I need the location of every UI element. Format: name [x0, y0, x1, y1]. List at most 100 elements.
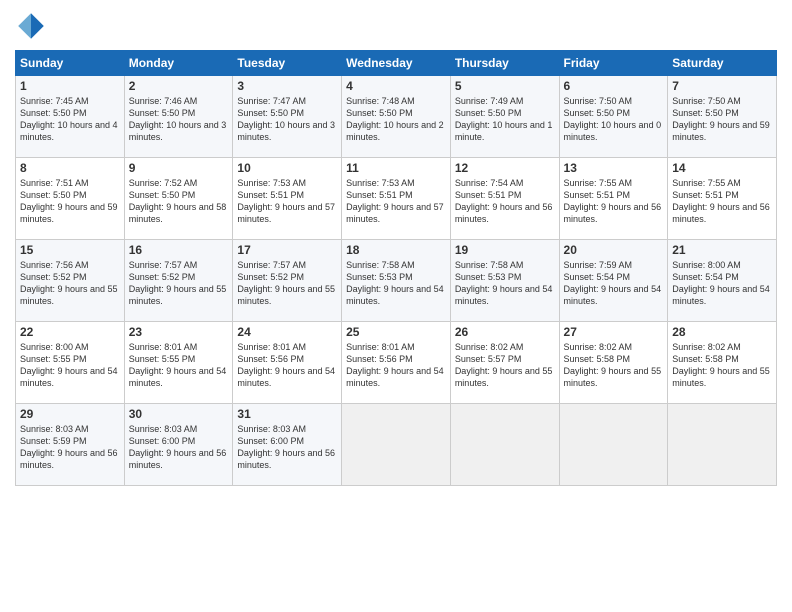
day-number: 16: [129, 243, 229, 257]
day-number: 26: [455, 325, 555, 339]
day-number: 8: [20, 161, 120, 175]
calendar-cell: 6 Sunrise: 7:50 AM Sunset: 5:50 PM Dayli…: [559, 76, 668, 158]
day-number: 30: [129, 407, 229, 421]
calendar-cell: 4 Sunrise: 7:48 AM Sunset: 5:50 PM Dayli…: [342, 76, 451, 158]
day-info: Sunrise: 7:55 AM Sunset: 5:51 PM Dayligh…: [564, 177, 664, 226]
day-number: 7: [672, 79, 772, 93]
day-number: 2: [129, 79, 229, 93]
day-number: 14: [672, 161, 772, 175]
day-number: 24: [237, 325, 337, 339]
header-cell-saturday: Saturday: [668, 51, 777, 76]
day-number: 17: [237, 243, 337, 257]
day-number: 11: [346, 161, 446, 175]
day-info: Sunrise: 8:03 AM Sunset: 6:00 PM Dayligh…: [129, 423, 229, 472]
calendar-week-3: 15 Sunrise: 7:56 AM Sunset: 5:52 PM Dayl…: [16, 240, 777, 322]
calendar-cell: 30 Sunrise: 8:03 AM Sunset: 6:00 PM Dayl…: [124, 404, 233, 486]
day-info: Sunrise: 7:45 AM Sunset: 5:50 PM Dayligh…: [20, 95, 120, 144]
calendar-table: SundayMondayTuesdayWednesdayThursdayFrid…: [15, 50, 777, 486]
calendar-cell: 10 Sunrise: 7:53 AM Sunset: 5:51 PM Dayl…: [233, 158, 342, 240]
day-number: 4: [346, 79, 446, 93]
calendar-body: 1 Sunrise: 7:45 AM Sunset: 5:50 PM Dayli…: [16, 76, 777, 486]
day-info: Sunrise: 7:49 AM Sunset: 5:50 PM Dayligh…: [455, 95, 555, 144]
day-number: 15: [20, 243, 120, 257]
day-info: Sunrise: 7:53 AM Sunset: 5:51 PM Dayligh…: [346, 177, 446, 226]
calendar-cell: 5 Sunrise: 7:49 AM Sunset: 5:50 PM Dayli…: [450, 76, 559, 158]
calendar-cell: 11 Sunrise: 7:53 AM Sunset: 5:51 PM Dayl…: [342, 158, 451, 240]
day-number: 23: [129, 325, 229, 339]
calendar-cell: 31 Sunrise: 8:03 AM Sunset: 6:00 PM Dayl…: [233, 404, 342, 486]
calendar-cell: 8 Sunrise: 7:51 AM Sunset: 5:50 PM Dayli…: [16, 158, 125, 240]
day-number: 22: [20, 325, 120, 339]
day-info: Sunrise: 7:48 AM Sunset: 5:50 PM Dayligh…: [346, 95, 446, 144]
day-info: Sunrise: 8:02 AM Sunset: 5:58 PM Dayligh…: [672, 341, 772, 390]
day-info: Sunrise: 7:46 AM Sunset: 5:50 PM Dayligh…: [129, 95, 229, 144]
day-number: 10: [237, 161, 337, 175]
day-number: 27: [564, 325, 664, 339]
day-info: Sunrise: 8:01 AM Sunset: 5:55 PM Dayligh…: [129, 341, 229, 390]
calendar-cell: 16 Sunrise: 7:57 AM Sunset: 5:52 PM Dayl…: [124, 240, 233, 322]
day-number: 6: [564, 79, 664, 93]
calendar-cell: 3 Sunrise: 7:47 AM Sunset: 5:50 PM Dayli…: [233, 76, 342, 158]
calendar-cell: 1 Sunrise: 7:45 AM Sunset: 5:50 PM Dayli…: [16, 76, 125, 158]
calendar-cell: 7 Sunrise: 7:50 AM Sunset: 5:50 PM Dayli…: [668, 76, 777, 158]
header: [15, 10, 777, 42]
header-cell-tuesday: Tuesday: [233, 51, 342, 76]
calendar-cell: [450, 404, 559, 486]
day-info: Sunrise: 8:03 AM Sunset: 6:00 PM Dayligh…: [237, 423, 337, 472]
day-number: 1: [20, 79, 120, 93]
day-info: Sunrise: 7:55 AM Sunset: 5:51 PM Dayligh…: [672, 177, 772, 226]
calendar-cell: [342, 404, 451, 486]
day-number: 31: [237, 407, 337, 421]
calendar-cell: 13 Sunrise: 7:55 AM Sunset: 5:51 PM Dayl…: [559, 158, 668, 240]
header-cell-monday: Monday: [124, 51, 233, 76]
day-number: 13: [564, 161, 664, 175]
calendar-week-5: 29 Sunrise: 8:03 AM Sunset: 5:59 PM Dayl…: [16, 404, 777, 486]
calendar-header: SundayMondayTuesdayWednesdayThursdayFrid…: [16, 51, 777, 76]
calendar-cell: 2 Sunrise: 7:46 AM Sunset: 5:50 PM Dayli…: [124, 76, 233, 158]
day-number: 9: [129, 161, 229, 175]
day-number: 5: [455, 79, 555, 93]
day-info: Sunrise: 7:59 AM Sunset: 5:54 PM Dayligh…: [564, 259, 664, 308]
day-info: Sunrise: 7:57 AM Sunset: 5:52 PM Dayligh…: [237, 259, 337, 308]
calendar-cell: 22 Sunrise: 8:00 AM Sunset: 5:55 PM Dayl…: [16, 322, 125, 404]
day-info: Sunrise: 7:58 AM Sunset: 5:53 PM Dayligh…: [346, 259, 446, 308]
day-number: 21: [672, 243, 772, 257]
day-number: 18: [346, 243, 446, 257]
day-number: 20: [564, 243, 664, 257]
day-number: 29: [20, 407, 120, 421]
day-info: Sunrise: 7:47 AM Sunset: 5:50 PM Dayligh…: [237, 95, 337, 144]
day-info: Sunrise: 7:50 AM Sunset: 5:50 PM Dayligh…: [672, 95, 772, 144]
day-info: Sunrise: 7:57 AM Sunset: 5:52 PM Dayligh…: [129, 259, 229, 308]
logo: [15, 10, 51, 42]
day-info: Sunrise: 7:51 AM Sunset: 5:50 PM Dayligh…: [20, 177, 120, 226]
calendar-cell: 21 Sunrise: 8:00 AM Sunset: 5:54 PM Dayl…: [668, 240, 777, 322]
header-cell-sunday: Sunday: [16, 51, 125, 76]
day-info: Sunrise: 8:01 AM Sunset: 5:56 PM Dayligh…: [346, 341, 446, 390]
header-cell-wednesday: Wednesday: [342, 51, 451, 76]
day-info: Sunrise: 8:00 AM Sunset: 5:54 PM Dayligh…: [672, 259, 772, 308]
header-cell-thursday: Thursday: [450, 51, 559, 76]
day-info: Sunrise: 7:50 AM Sunset: 5:50 PM Dayligh…: [564, 95, 664, 144]
calendar-cell: 28 Sunrise: 8:02 AM Sunset: 5:58 PM Dayl…: [668, 322, 777, 404]
day-number: 25: [346, 325, 446, 339]
calendar-cell: 9 Sunrise: 7:52 AM Sunset: 5:50 PM Dayli…: [124, 158, 233, 240]
calendar-cell: 27 Sunrise: 8:02 AM Sunset: 5:58 PM Dayl…: [559, 322, 668, 404]
day-info: Sunrise: 7:58 AM Sunset: 5:53 PM Dayligh…: [455, 259, 555, 308]
day-number: 12: [455, 161, 555, 175]
calendar-week-1: 1 Sunrise: 7:45 AM Sunset: 5:50 PM Dayli…: [16, 76, 777, 158]
calendar-week-2: 8 Sunrise: 7:51 AM Sunset: 5:50 PM Dayli…: [16, 158, 777, 240]
header-row: SundayMondayTuesdayWednesdayThursdayFrid…: [16, 51, 777, 76]
day-info: Sunrise: 8:02 AM Sunset: 5:58 PM Dayligh…: [564, 341, 664, 390]
calendar-cell: [668, 404, 777, 486]
day-info: Sunrise: 8:03 AM Sunset: 5:59 PM Dayligh…: [20, 423, 120, 472]
calendar-cell: 17 Sunrise: 7:57 AM Sunset: 5:52 PM Dayl…: [233, 240, 342, 322]
day-info: Sunrise: 7:52 AM Sunset: 5:50 PM Dayligh…: [129, 177, 229, 226]
calendar-week-4: 22 Sunrise: 8:00 AM Sunset: 5:55 PM Dayl…: [16, 322, 777, 404]
day-number: 19: [455, 243, 555, 257]
day-info: Sunrise: 7:56 AM Sunset: 5:52 PM Dayligh…: [20, 259, 120, 308]
day-info: Sunrise: 8:00 AM Sunset: 5:55 PM Dayligh…: [20, 341, 120, 390]
day-info: Sunrise: 7:53 AM Sunset: 5:51 PM Dayligh…: [237, 177, 337, 226]
logo-icon: [15, 10, 47, 42]
day-info: Sunrise: 8:01 AM Sunset: 5:56 PM Dayligh…: [237, 341, 337, 390]
day-info: Sunrise: 8:02 AM Sunset: 5:57 PM Dayligh…: [455, 341, 555, 390]
